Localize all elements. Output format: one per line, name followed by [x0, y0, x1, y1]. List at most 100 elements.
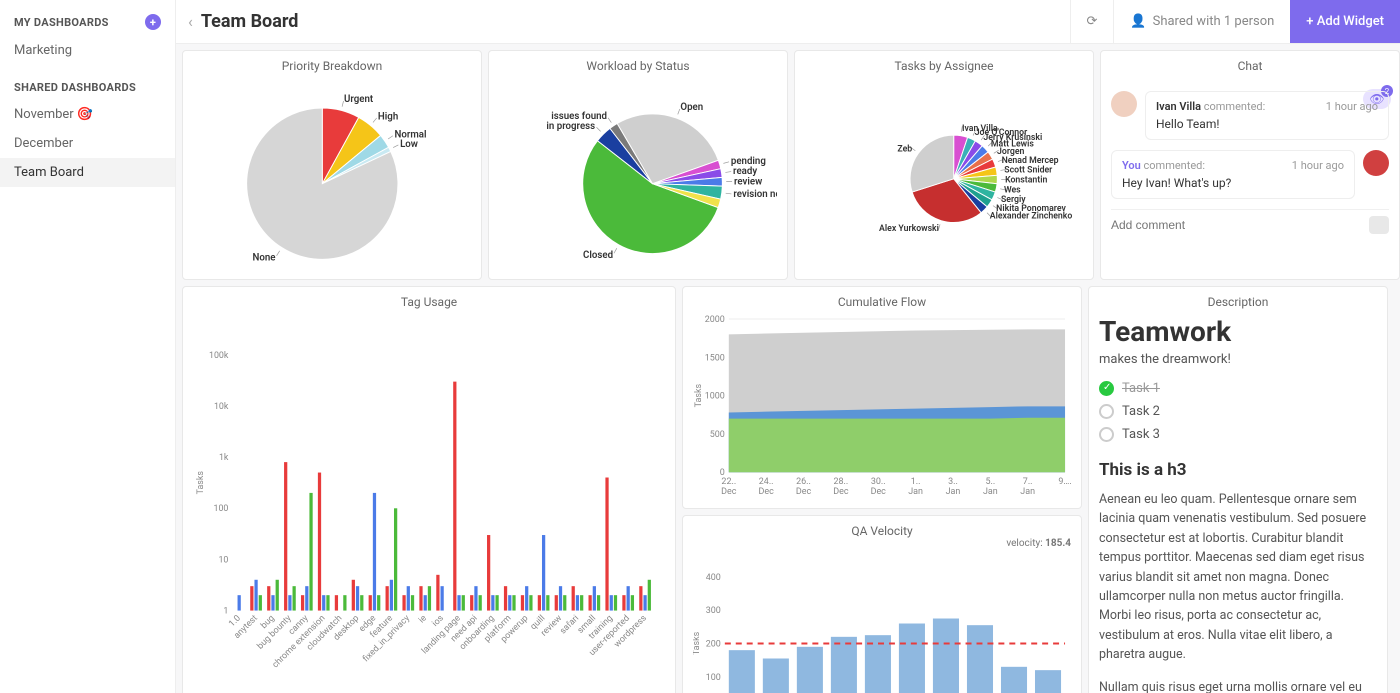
sidebar-item-december[interactable]: December — [0, 129, 175, 158]
svg-text:Zeb: Zeb — [897, 144, 912, 154]
svg-text:200: 200 — [706, 640, 721, 650]
svg-text:Urgent: Urgent — [344, 94, 374, 105]
svg-text:Nenad Mercep: Nenad Mercep — [1002, 156, 1059, 166]
svg-text:30..: 30.. — [871, 477, 886, 487]
task-item[interactable]: Task 3 — [1099, 427, 1377, 442]
svg-text:500: 500 — [710, 430, 725, 440]
widget-title: Cumulative Flow — [693, 295, 1071, 309]
description-paragraph: Nullam quis risus eget urna mollis ornar… — [1099, 678, 1377, 693]
svg-text:Konstantin: Konstantin — [1005, 176, 1047, 186]
widget-title: Tag Usage — [193, 295, 665, 309]
task-item[interactable]: Task 1 — [1099, 381, 1377, 396]
chat-widget[interactable]: Chat 👁 Ivan Villa commented:1 hour agoHe… — [1100, 50, 1400, 280]
sidebar-item-marketing[interactable]: Marketing — [0, 36, 175, 65]
svg-text:Tasks: Tasks — [694, 383, 704, 407]
svg-text:Dec: Dec — [796, 487, 812, 497]
priority-pie: UrgentHighNormalLowNone — [193, 77, 471, 271]
chat-message: You commented:1 hour agoHey Ivan! What's… — [1111, 150, 1389, 199]
task-item[interactable]: Task 2 — [1099, 404, 1377, 419]
svg-text:28..: 28.. — [834, 477, 849, 487]
svg-text:100: 100 — [213, 504, 228, 514]
sidebar-item-team-board[interactable]: Team Board — [0, 158, 175, 187]
avatar — [1111, 91, 1137, 117]
tag-usage-widget[interactable]: Tag Usage Tasks1101001k10k100k1.0anytest… — [182, 286, 676, 693]
tasks-assignee-widget[interactable]: Tasks by Assignee Ivan VillaJoe O'Connor… — [794, 50, 1094, 280]
svg-text:safari: safari — [558, 613, 581, 636]
checkbox-icon[interactable] — [1099, 381, 1114, 396]
cumulative-flow-widget[interactable]: Cumulative Flow 0500100015002000Tasks22.… — [682, 286, 1082, 509]
svg-text:Jan: Jan — [1020, 487, 1035, 497]
svg-text:300: 300 — [706, 606, 721, 616]
add-widget-button[interactable]: + Add Widget — [1290, 0, 1400, 43]
task-label: Task 2 — [1122, 404, 1160, 419]
svg-text:None: None — [253, 252, 276, 263]
widget-title: Workload by Status — [499, 59, 777, 73]
priority-breakdown-widget[interactable]: Priority Breakdown UrgentHighNormalLowNo… — [182, 50, 482, 280]
svg-text:10k: 10k — [214, 402, 229, 412]
svg-text:Alexander Zinchenko: Alexander Zinchenko — [990, 211, 1073, 221]
svg-text:Scott Snider: Scott Snider — [1004, 166, 1053, 176]
svg-text:1..: 1.. — [911, 477, 921, 487]
velocity-readout: velocity: 185.4 — [1006, 538, 1071, 549]
checkbox-icon[interactable] — [1099, 427, 1114, 442]
svg-text:26..: 26.. — [796, 477, 811, 487]
shared-dashboards-label: SHARED DASHBOARDS — [14, 81, 136, 94]
comment-input[interactable] — [1111, 210, 1361, 240]
add-dashboard-button[interactable]: + — [145, 14, 161, 30]
svg-text:400: 400 — [706, 573, 721, 583]
workload-pie: Closedin progressissues foundOpenpending… — [499, 77, 777, 271]
task-label: Task 1 — [1122, 381, 1160, 396]
qa-velocity-chart: 0100200300400Tasks — [693, 542, 1071, 693]
speech-icon — [1369, 216, 1389, 234]
svg-text:Jan: Jan — [946, 487, 961, 497]
task-label: Task 3 — [1122, 427, 1160, 442]
description-paragraph: Aenean eu leo quam. Pellentesque ornare … — [1099, 490, 1377, 664]
shared-with-button[interactable]: 👤Shared with 1 person — [1113, 0, 1290, 43]
widget-title: Chat — [1111, 59, 1389, 73]
svg-text:1: 1 — [223, 607, 228, 617]
tag-usage-chart: Tasks1101001k10k100k1.0anytestbugbug bou… — [193, 313, 665, 693]
qa-velocity-widget[interactable]: QA Velocity velocity: 185.4 010020030040… — [682, 515, 1082, 693]
svg-text:ie: ie — [417, 613, 429, 625]
assignee-pie: Ivan VillaJoe O'ConnorJerry KrusinskiMat… — [805, 77, 1083, 271]
workload-status-widget[interactable]: Workload by Status Closedin progressissu… — [488, 50, 788, 280]
widget-title: Description — [1099, 295, 1377, 309]
svg-text:Alex Yurkowski: Alex Yurkowski — [879, 224, 939, 234]
svg-text:revision needed: revision needed — [733, 189, 777, 200]
svg-text:22..: 22.. — [721, 477, 736, 487]
description-h3: This is a h3 — [1099, 460, 1377, 480]
svg-text:Tasks: Tasks — [196, 471, 206, 495]
sidebar-item-november[interactable]: November 🎯 — [0, 100, 175, 129]
widget-title: Priority Breakdown — [193, 59, 471, 73]
avatar — [1363, 150, 1389, 176]
person-icon: 👤 — [1130, 14, 1146, 29]
svg-text:Dec: Dec — [871, 487, 887, 497]
svg-text:1k: 1k — [219, 453, 229, 463]
svg-text:7..: 7.. — [1023, 477, 1033, 487]
refresh-button[interactable]: ⟳ — [1070, 0, 1114, 43]
sidebar: MY DASHBOARDS + Marketing SHARED DASHBOA… — [0, 0, 176, 693]
svg-text:2000: 2000 — [705, 315, 725, 325]
svg-text:Wes: Wes — [1004, 186, 1021, 196]
svg-text:10: 10 — [218, 555, 228, 565]
svg-text:Jan: Jan — [908, 487, 923, 497]
description-subheading: makes the dreamwork! — [1099, 352, 1377, 367]
topbar: ‹ Team Board ⟳ 👤Shared with 1 person + A… — [176, 0, 1400, 44]
refresh-icon: ⟳ — [1087, 14, 1098, 29]
svg-text:24..: 24.. — [759, 477, 774, 487]
checkbox-icon[interactable] — [1099, 404, 1114, 419]
svg-text:review: review — [734, 176, 762, 187]
svg-text:Dec: Dec — [721, 487, 737, 497]
svg-text:Tasks: Tasks — [693, 631, 702, 655]
description-heading: Teamwork — [1099, 315, 1377, 348]
widget-title: Tasks by Assignee — [805, 59, 1083, 73]
cumulative-flow-chart: 0500100015002000Tasks22..Dec24..Dec26..D… — [693, 313, 1071, 502]
svg-text:100k: 100k — [209, 351, 229, 361]
my-dashboards-label: MY DASHBOARDS — [14, 16, 109, 29]
back-arrow-icon[interactable]: ‹ — [188, 12, 193, 31]
svg-text:1500: 1500 — [705, 353, 725, 363]
description-widget[interactable]: Description Teamwork makes the dreamwork… — [1088, 286, 1388, 693]
svg-text:Dec: Dec — [833, 487, 849, 497]
svg-text:Closed: Closed — [583, 250, 613, 261]
svg-text:issues found: issues found — [551, 111, 607, 122]
